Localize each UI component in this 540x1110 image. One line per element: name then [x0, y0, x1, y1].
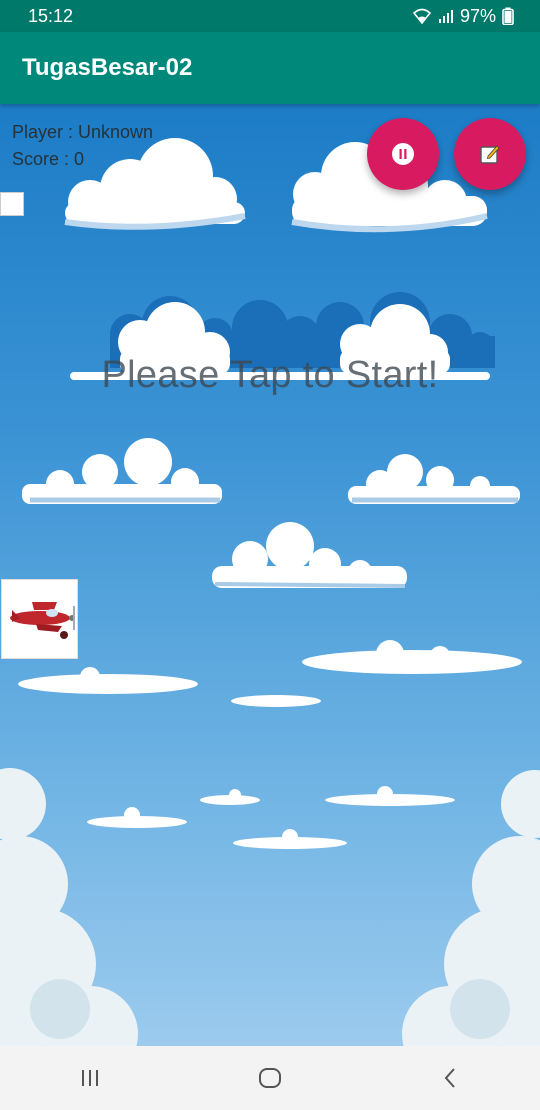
- score-label: Score : 0: [12, 149, 85, 169]
- status-time: 15:12: [28, 5, 74, 26]
- home-button[interactable]: [240, 1058, 300, 1098]
- pause-button[interactable]: [367, 118, 439, 190]
- status-bar: 15:12 97%: [0, 0, 540, 32]
- signal-icon: [438, 10, 453, 23]
- player-plane[interactable]: [1, 579, 78, 659]
- sky-background: [0, 138, 540, 1046]
- game-canvas[interactable]: Player : Unknown Score : 0 Please Tap to…: [0, 104, 540, 1046]
- left-indicator: [0, 192, 24, 216]
- battery-percent: 97%: [459, 5, 496, 26]
- recents-button[interactable]: [60, 1058, 120, 1098]
- wifi-icon: [412, 8, 432, 24]
- pause-icon: [392, 143, 414, 165]
- status-icons: 97%: [412, 6, 514, 27]
- app-title: TugasBesar-02: [22, 54, 193, 81]
- navigation-bar: [0, 1046, 540, 1110]
- battery-icon: [502, 7, 514, 25]
- back-button[interactable]: [420, 1058, 480, 1098]
- airplane-icon: [10, 602, 75, 639]
- player-label: Player : Unknown: [12, 122, 154, 142]
- app-bar: TugasBesar-02: [0, 32, 540, 104]
- start-message: Please Tap to Start!: [101, 354, 439, 396]
- back-icon: [444, 1068, 455, 1088]
- home-icon: [259, 1068, 281, 1088]
- recents-icon: [82, 1070, 98, 1086]
- edit-icon: [480, 145, 500, 164]
- edit-button[interactable]: [454, 118, 526, 190]
